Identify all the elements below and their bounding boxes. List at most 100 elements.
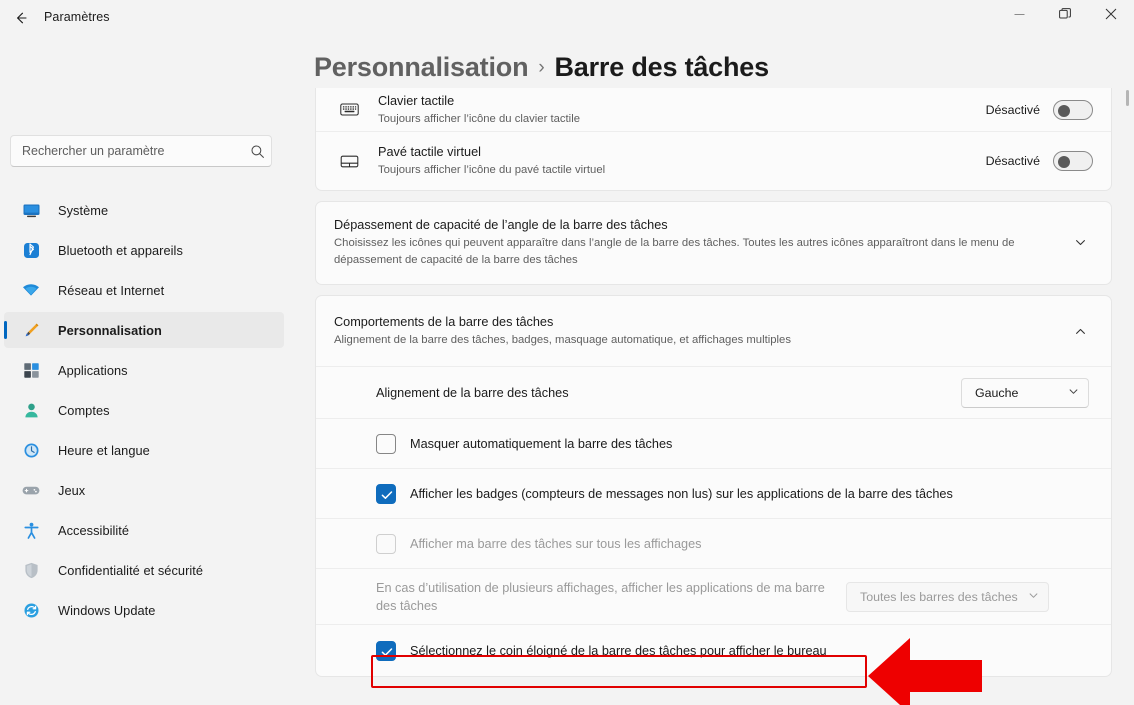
- settings-window: Paramètres Rechercher un paramètre Systè…: [0, 0, 1134, 705]
- close-icon: [1105, 7, 1117, 25]
- sidebar-item-label: Personnalisation: [58, 322, 162, 338]
- breadcrumb-parent-link[interactable]: Personnalisation: [314, 52, 529, 82]
- clock-icon: [16, 441, 46, 460]
- setting-row-show-taskbar-all-displays: Afficher ma barre des tâches sur tous le…: [316, 518, 1111, 568]
- sidebar-item-applications[interactable]: Applications: [4, 352, 284, 388]
- toggle-state-label: Désactivé: [985, 102, 1040, 117]
- setting-title: Pavé tactile virtuel: [378, 145, 481, 159]
- sidebar-item-label: Bluetooth et appareils: [58, 242, 183, 258]
- paintbrush-icon: [16, 321, 46, 340]
- setting-row-taskbar-alignment: Alignement de la barre des tâches Gauche: [316, 366, 1111, 418]
- shield-icon: [16, 561, 46, 580]
- maximize-icon: [1059, 7, 1071, 25]
- checkbox-label: Masquer automatiquement la barre des tâc…: [410, 436, 673, 451]
- sidebar-item-label: Applications: [58, 362, 128, 378]
- expander-subtitle: Alignement de la barre des tâches, badge…: [334, 334, 791, 346]
- sidebar-nav: Système Bluetooth et appareils Réseau et…: [4, 192, 284, 632]
- virtual-touchpad-icon: [338, 150, 360, 172]
- touch-keyboard-icon: [338, 99, 360, 121]
- scrollbar-thumb[interactable]: [1126, 90, 1129, 106]
- expander-subtitle: Choisissez les icônes qui peuvent appara…: [334, 237, 1015, 266]
- setting-row-show-badges[interactable]: Afficher les badges (compteurs de messag…: [316, 468, 1111, 518]
- sidebar: Système Bluetooth et appareils: [0, 40, 300, 705]
- settings-scroll-area[interactable]: Clavier tactile Toujours afficher l’icôn…: [300, 88, 1134, 705]
- checkbox-box[interactable]: [376, 483, 396, 504]
- sidebar-item-reseau[interactable]: Réseau et Internet: [4, 272, 284, 308]
- sidebar-item-label: Heure et langue: [58, 442, 150, 458]
- window-title: Paramètres: [44, 10, 110, 24]
- minimize-icon: [1014, 7, 1025, 25]
- chevron-down-icon: [1028, 588, 1039, 606]
- checkbox-box: [376, 533, 396, 554]
- setting-label: En cas d’utilisation de plusieurs affich…: [376, 580, 825, 613]
- title-bar: Paramètres: [0, 0, 1134, 40]
- search-box[interactable]: [10, 135, 272, 167]
- sidebar-item-personnalisation[interactable]: Personnalisation: [4, 312, 284, 348]
- chevron-down-icon: [1068, 384, 1079, 402]
- sidebar-item-bluetooth[interactable]: Bluetooth et appareils: [4, 232, 284, 268]
- combobox-value: Gauche: [975, 385, 1019, 400]
- setting-row-auto-hide-taskbar[interactable]: Masquer automatiquement la barre des tâc…: [316, 418, 1111, 468]
- expander-taskbar-behaviors[interactable]: Comportements de la barre des tâches Ali…: [316, 296, 1111, 366]
- sidebar-item-label: Réseau et Internet: [58, 282, 165, 298]
- setting-label: Alignement de la barre des tâches: [376, 385, 569, 400]
- setting-row-pave-tactile-virtuel[interactable]: Pavé tactile virtuel Toujours afficher l…: [316, 132, 1111, 190]
- breadcrumb: Personnalisation › Barre des tâches: [314, 52, 769, 83]
- checkbox-auto-hide-taskbar[interactable]: Masquer automatiquement la barre des tâc…: [376, 433, 1089, 454]
- expander-taskbar-corner-overflow[interactable]: Dépassement de capacité de l’angle de la…: [316, 202, 1111, 284]
- toggle-pave-tactile-virtuel[interactable]: [1053, 151, 1093, 171]
- sidebar-item-accessibilite[interactable]: Accessibilité: [4, 512, 284, 548]
- sidebar-item-windows-update[interactable]: Windows Update: [4, 592, 284, 628]
- sidebar-item-label: Jeux: [58, 482, 86, 498]
- toggle-knob: [1058, 156, 1070, 168]
- sidebar-item-label: Comptes: [58, 402, 110, 418]
- sidebar-item-systeme[interactable]: Système: [4, 192, 284, 228]
- back-button[interactable]: [6, 6, 36, 34]
- setting-row-clavier-tactile[interactable]: Clavier tactile Toujours afficher l’icôn…: [316, 88, 1111, 132]
- page-title: Barre des tâches: [554, 52, 770, 82]
- checkbox-label: Sélectionnez le coin éloigné de la barre…: [410, 643, 827, 658]
- checkbox-show-desktop-corner[interactable]: Sélectionnez le coin éloigné de la barre…: [376, 640, 1089, 661]
- combobox-multiple-displays: Toutes les barres des tâches: [846, 581, 1049, 612]
- search-input[interactable]: [11, 144, 243, 158]
- checkbox-box[interactable]: [376, 640, 396, 661]
- sidebar-item-heure-langue[interactable]: Heure et langue: [4, 432, 284, 468]
- checkbox-show-badges[interactable]: Afficher les badges (compteurs de messag…: [376, 483, 1089, 504]
- toggle-clavier-tactile[interactable]: [1053, 99, 1093, 120]
- sidebar-item-jeux[interactable]: Jeux: [4, 472, 284, 508]
- checkbox-show-taskbar-all-displays: Afficher ma barre des tâches sur tous le…: [376, 533, 1089, 554]
- wifi-icon: [16, 281, 46, 300]
- taskbar-corner-overflow-card: Dépassement de capacité de l’angle de la…: [315, 201, 1112, 285]
- checkbox-box[interactable]: [376, 433, 396, 454]
- breadcrumb-separator-icon: ›: [538, 57, 545, 78]
- sidebar-item-label: Windows Update: [58, 602, 156, 618]
- vertical-scrollbar[interactable]: [1122, 90, 1132, 700]
- setting-row-show-desktop-corner[interactable]: Sélectionnez le coin éloigné de la barre…: [316, 624, 1111, 676]
- setting-subtitle: Toujours afficher l’icône du clavier tac…: [378, 112, 580, 125]
- minimize-button[interactable]: [996, 0, 1042, 32]
- chevron-down-icon: [1067, 236, 1093, 249]
- sidebar-item-comptes[interactable]: Comptes: [4, 392, 284, 428]
- toggle-knob: [1058, 104, 1070, 117]
- close-button[interactable]: [1088, 0, 1134, 32]
- checkbox-label: Afficher ma barre des tâches sur tous le…: [410, 536, 702, 551]
- sidebar-item-confidentialite[interactable]: Confidentialité et sécurité: [4, 552, 284, 588]
- combobox-taskbar-alignment[interactable]: Gauche: [961, 377, 1089, 408]
- expander-title: Dépassement de capacité de l’angle de la…: [334, 218, 668, 232]
- setting-title: Clavier tactile: [378, 93, 455, 108]
- setting-row-multiple-displays: En cas d’utilisation de plusieurs affich…: [316, 568, 1111, 624]
- back-arrow-icon: [13, 10, 29, 31]
- maximize-button[interactable]: [1042, 0, 1088, 32]
- toggle-state-label: Désactivé: [985, 154, 1040, 168]
- apps-icon: [16, 361, 46, 380]
- content-area: Personnalisation › Barre des tâches Clav…: [300, 40, 1134, 705]
- sidebar-item-label: Système: [58, 202, 109, 218]
- sidebar-item-label: Confidentialité et sécurité: [58, 562, 204, 578]
- checkbox-label: Afficher les badges (compteurs de messag…: [410, 486, 953, 501]
- taskbar-behaviors-card: Comportements de la barre des tâches Ali…: [315, 295, 1112, 677]
- update-icon: [16, 601, 46, 620]
- sidebar-item-label: Accessibilité: [58, 522, 130, 538]
- bluetooth-icon: [16, 241, 46, 260]
- accessibility-icon: [16, 521, 46, 540]
- setting-subtitle: Toujours afficher l’icône du pavé tactil…: [378, 164, 606, 176]
